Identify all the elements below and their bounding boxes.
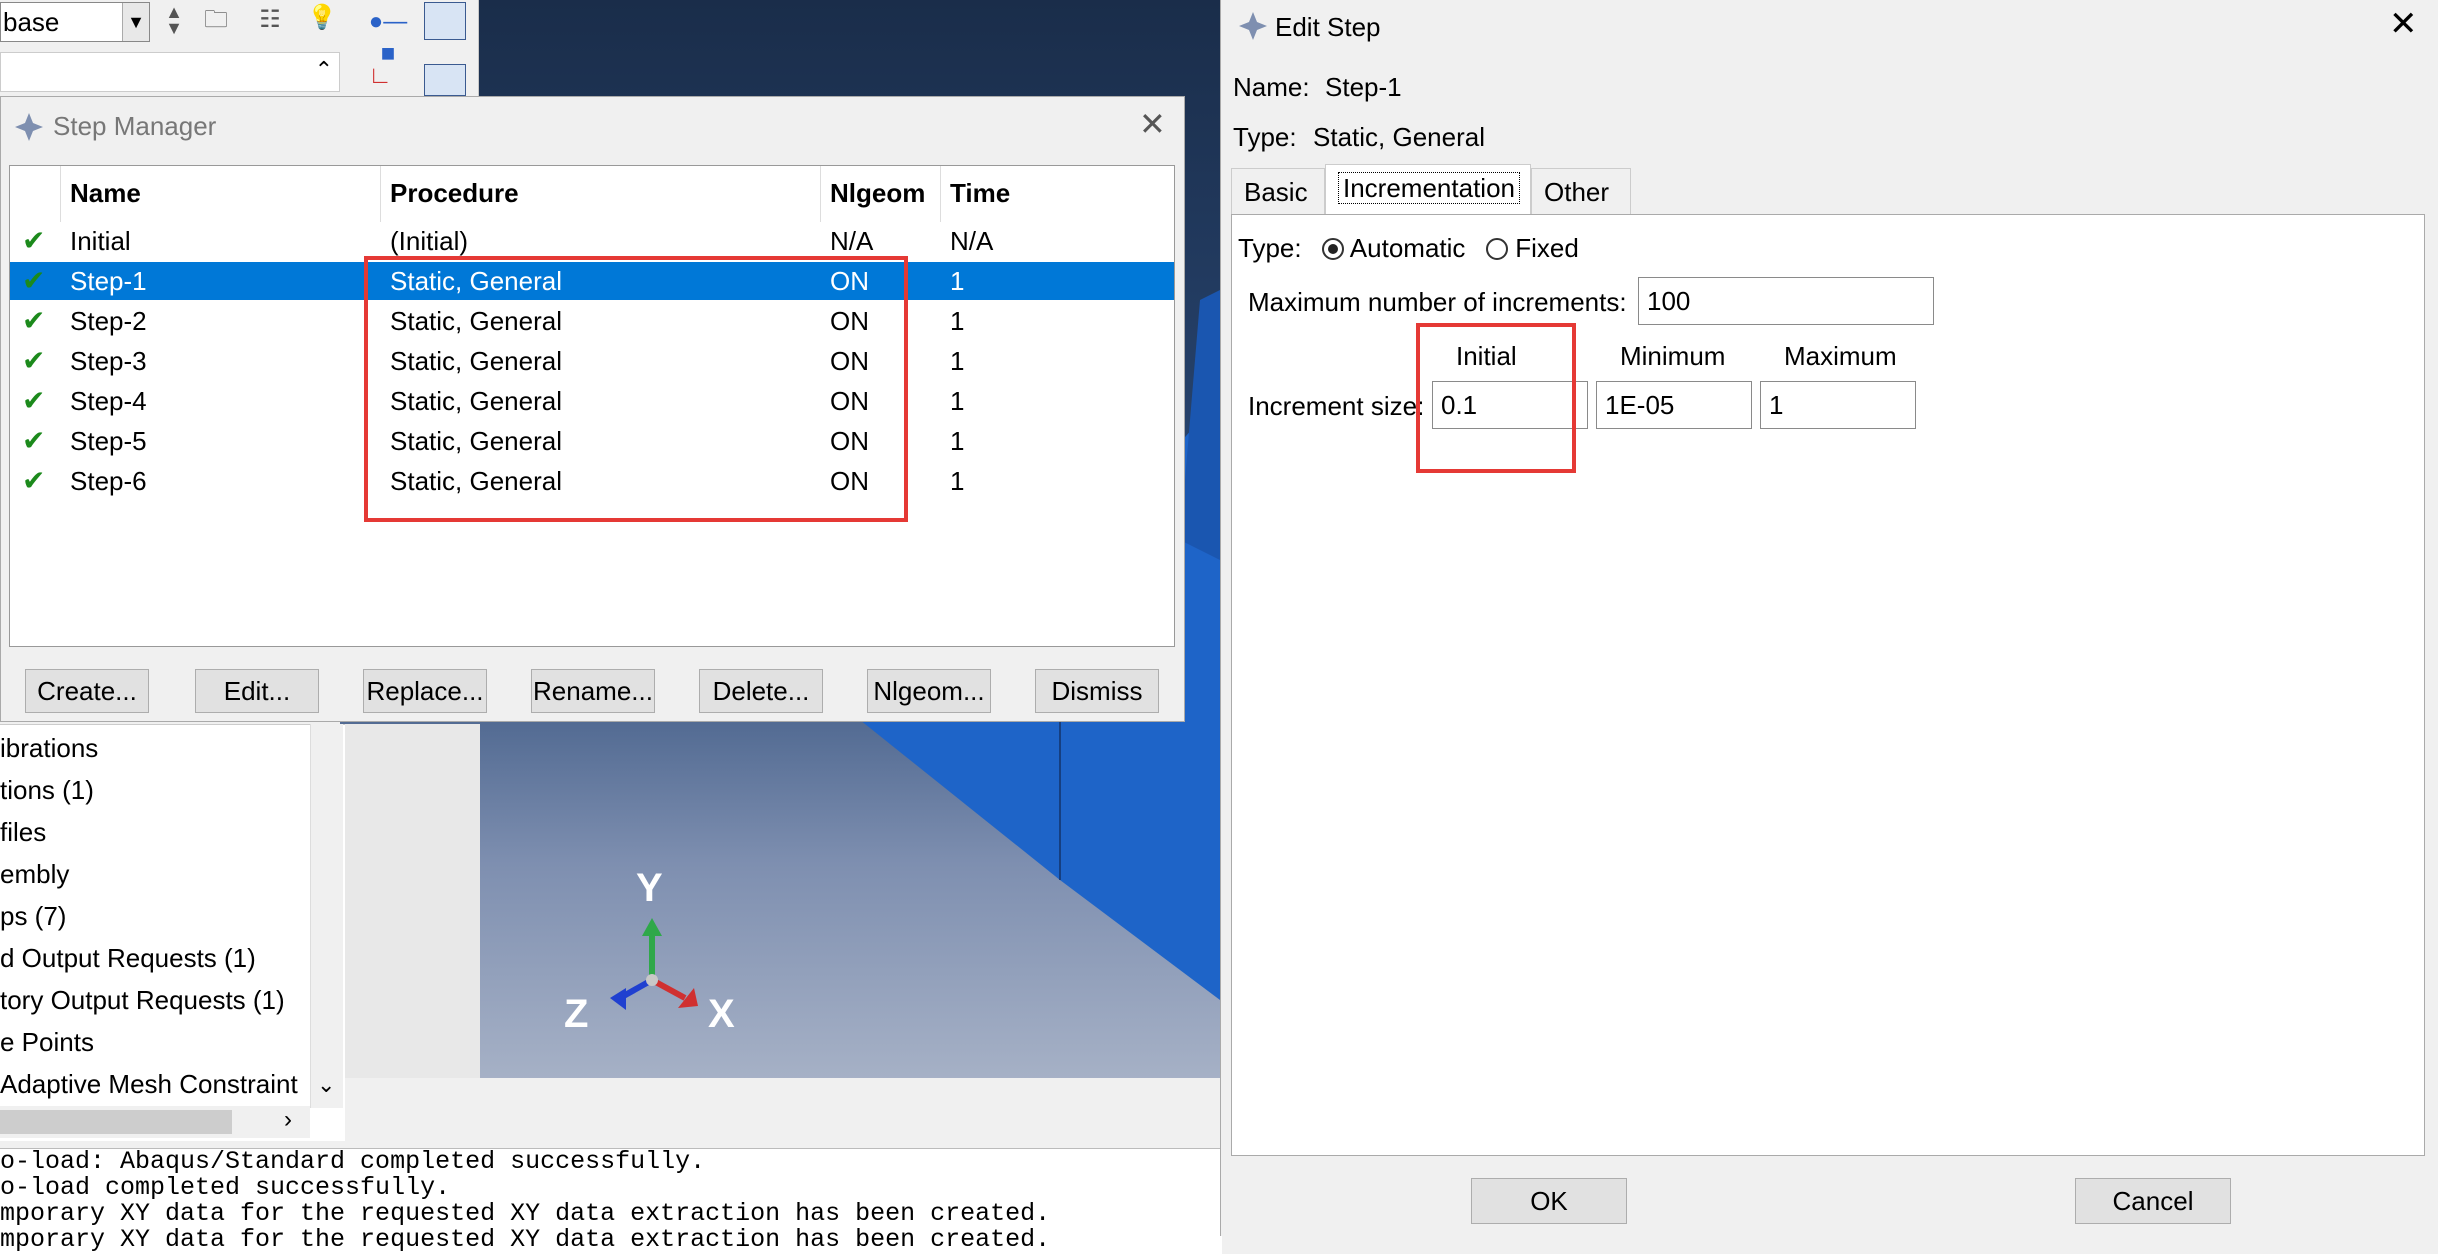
highlight-box [1416, 323, 1576, 473]
delete-button[interactable]: Delete... [699, 669, 823, 713]
check-icon: ✔ [22, 225, 46, 256]
check-icon: ✔ [22, 385, 46, 416]
edit-step-dialog: Edit Step ✕ Name: Step-1 Type: Static, G… [1220, 0, 2438, 1236]
tree-item[interactable]: ibrations [0, 733, 98, 764]
tree-item[interactable]: tions (1) [0, 775, 94, 806]
axis-y-label: Y [636, 866, 663, 910]
chevron-down-icon[interactable]: ▼ [122, 3, 149, 41]
minimum-header: Minimum [1620, 341, 1726, 371]
column-header-name[interactable]: Name [70, 178, 141, 209]
cancel-button[interactable]: Cancel [2075, 1178, 2231, 1224]
model-tree: ibrations tions (1) files embly ps (7) d… [0, 724, 345, 1141]
chevron-down-icon[interactable]: ⌄ [317, 1072, 335, 1098]
check-icon: ✔ [22, 465, 46, 496]
toolbar: base ▼ ▲ ▼ 🗀 ☷ 💡 ●—■ ⌃ ∟ [0, 0, 479, 96]
maximum-header: Maximum [1784, 341, 1897, 371]
tab-incrementation[interactable]: Incrementation [1325, 164, 1531, 216]
step-tool-icon[interactable]: ∟ [364, 60, 396, 92]
tree-item[interactable]: files [0, 817, 46, 848]
tab-basic[interactable]: Basic [1231, 168, 1325, 214]
tab-other[interactable]: Other [1531, 168, 1631, 214]
connector-icon[interactable]: ●—■ [364, 6, 412, 67]
abaqus-logo-icon [1239, 12, 1267, 40]
maximum-increment-input[interactable]: 1 [1760, 381, 1916, 429]
radio-unselected-icon[interactable] [1486, 238, 1508, 260]
highlight-box [364, 256, 908, 522]
tree-horizontal-scrollbar[interactable]: › [0, 1106, 310, 1138]
incrementation-panel: Type: Automatic Fixed Maximum number of … [1231, 214, 2425, 1156]
name-label: Name: [1233, 72, 1310, 102]
rename-button[interactable]: Rename... [531, 669, 655, 713]
check-icon: ✔ [22, 305, 46, 336]
tree-item[interactable]: d Output Requests (1) [0, 943, 256, 974]
up-down-arrows-icon[interactable]: ▲ ▼ [158, 3, 190, 37]
dialog-title: Step Manager [53, 111, 217, 141]
ok-button[interactable]: OK [1471, 1178, 1627, 1224]
check-icon: ✔ [22, 345, 46, 376]
console-line: o-load completed successfully. [0, 1173, 451, 1202]
tree-item[interactable]: ps (7) [0, 901, 66, 932]
dialog-title: Edit Step [1275, 12, 1381, 42]
tree-item[interactable]: e Points [0, 1027, 94, 1058]
radio-automatic[interactable]: Automatic [1322, 233, 1465, 264]
close-icon[interactable]: ✕ [2389, 4, 2418, 44]
table-icon-2[interactable] [424, 64, 466, 96]
tree-item[interactable]: embly [0, 859, 69, 890]
type-value: Static, General [1313, 122, 1485, 152]
nlgeom-button[interactable]: Nlgeom... [867, 669, 991, 713]
max-increments-input[interactable]: 100 [1638, 277, 1934, 325]
table-icon[interactable] [424, 2, 466, 40]
panel-scrollbar[interactable] [2425, 214, 2438, 1156]
folder-up-icon[interactable]: 🗀 [200, 4, 232, 36]
lightbulb-icon[interactable]: 💡 [306, 2, 338, 34]
dismiss-button[interactable]: Dismiss [1035, 669, 1159, 713]
table-row[interactable]: ✔ Initial (Initial) N/A N/A [10, 222, 1174, 260]
column-header-nlgeom[interactable]: Nlgeom [830, 178, 925, 209]
tree-item[interactable]: Adaptive Mesh Constraint [0, 1069, 298, 1100]
column-header-time[interactable]: Time [950, 178, 1010, 209]
scroll-thumb[interactable] [0, 1110, 232, 1134]
console-line: mporary XY data for the requested XY dat… [0, 1199, 1051, 1228]
abaqus-logo-icon [15, 113, 43, 141]
type-label: Type: [1233, 122, 1297, 152]
max-increments-label: Maximum number of increments: [1248, 287, 1627, 317]
edit-button[interactable]: Edit... [195, 669, 319, 713]
increment-size-label: Increment size: [1248, 391, 1425, 421]
chevron-up-icon[interactable]: ⌃ [315, 57, 333, 83]
create-button[interactable]: Create... [25, 669, 149, 713]
console-line: o-load: Abaqus/Standard completed succes… [0, 1147, 706, 1176]
tree-vertical-scrollbar[interactable]: ⌄ [310, 724, 343, 1108]
axis-x-label: X [708, 992, 735, 1036]
step-manager-dialog: Step Manager ✕ Name Procedure Nlgeom Tim… [0, 96, 1185, 722]
console-line: mporary XY data for the requested XY dat… [0, 1225, 1051, 1254]
viewport-bottom-bar [340, 1078, 1220, 1148]
close-icon[interactable]: ✕ [1139, 105, 1166, 143]
check-icon: ✔ [22, 425, 46, 456]
viewport-side-strip [340, 724, 480, 1078]
tree-item[interactable]: tory Output Requests (1) [0, 985, 285, 1016]
column-header-procedure[interactable]: Procedure [390, 178, 519, 209]
check-icon: ✔ [22, 265, 46, 296]
steps-table: Name Procedure Nlgeom Time ✔ Initial (In… [9, 165, 1175, 647]
replace-button[interactable]: Replace... [363, 669, 487, 713]
tree-filter-field[interactable]: ⌃ [0, 52, 340, 92]
name-value: Step-1 [1325, 72, 1402, 102]
incr-type-label: Type: [1238, 233, 1302, 263]
tree-expand-icon[interactable]: ☷ [254, 4, 286, 36]
radio-fixed[interactable]: Fixed [1486, 233, 1579, 264]
module-combo[interactable]: base ▼ [0, 2, 150, 42]
radio-selected-icon[interactable] [1322, 238, 1344, 260]
message-console: o-load: Abaqus/Standard completed succes… [0, 1148, 1222, 1254]
axis-z-label: Z [564, 992, 589, 1036]
chevron-right-icon[interactable]: › [284, 1106, 292, 1134]
minimum-increment-input[interactable]: 1E-05 [1596, 381, 1752, 429]
